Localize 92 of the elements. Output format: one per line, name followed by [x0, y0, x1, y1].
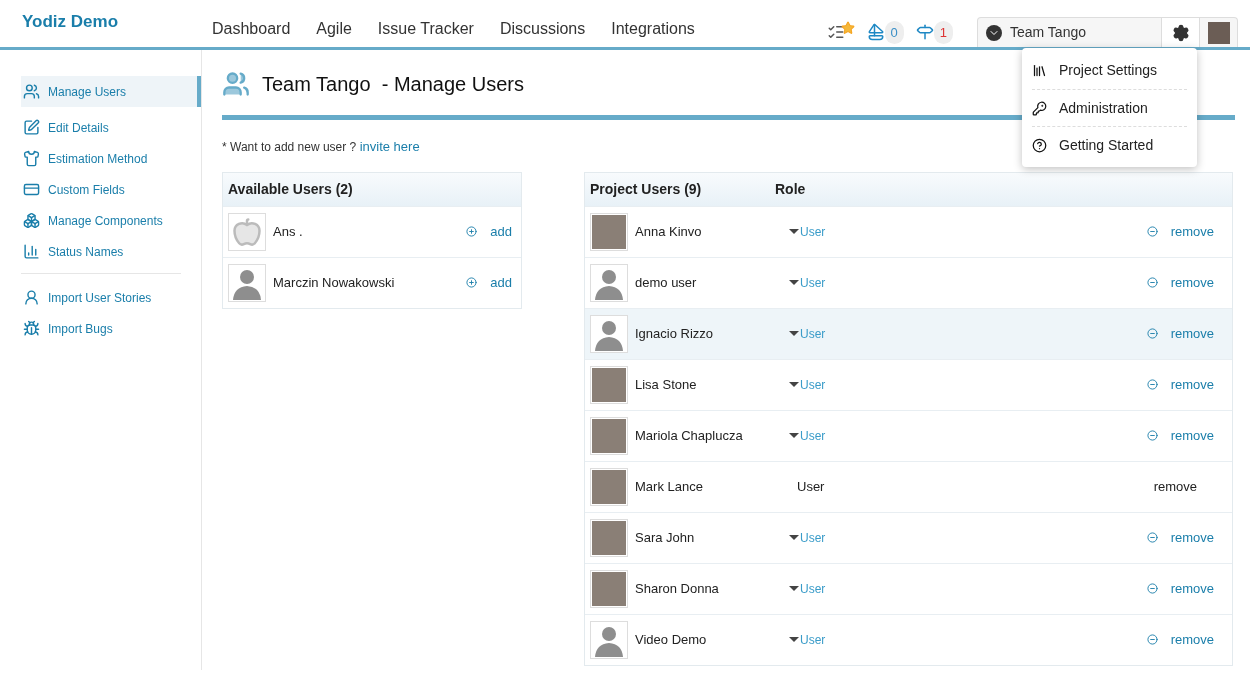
role-dropdown[interactable]: User	[789, 375, 877, 394]
user-name: Lisa Stone	[635, 375, 698, 394]
user-icon	[23, 289, 40, 306]
user-name: Video Demo	[635, 630, 708, 649]
minus-icon[interactable]	[1146, 583, 1158, 594]
photo-placeholder	[590, 569, 628, 608]
remove-link[interactable]: remove	[1170, 425, 1214, 446]
user-name: Ans .	[273, 222, 304, 241]
nav-link[interactable]: Dashboard	[212, 17, 291, 41]
count-badge: 1	[933, 20, 953, 44]
sidebar-item[interactable]: Custom Fields	[21, 174, 201, 205]
role-text: User	[797, 477, 826, 496]
add-link[interactable]: add	[490, 221, 512, 242]
remove-link[interactable]: remove	[1170, 578, 1214, 599]
user-name: Sara John	[635, 528, 696, 547]
remove-link[interactable]: remove	[1170, 323, 1214, 344]
edit-icon	[23, 119, 40, 136]
plus-icon[interactable]	[466, 277, 478, 288]
remove-link[interactable]: remove	[1170, 221, 1214, 242]
count-badge: 0	[884, 20, 904, 44]
photo-placeholder	[590, 416, 628, 455]
user-name: Anna Kinvo	[635, 222, 703, 241]
photo-placeholder	[590, 467, 628, 506]
user-name: Sharon Donna	[635, 579, 720, 598]
minus-icon[interactable]	[1146, 226, 1158, 237]
bar-chart-icon	[23, 243, 40, 260]
minus-icon[interactable]	[1146, 532, 1158, 543]
books-icon	[1032, 63, 1047, 78]
photo-placeholder	[590, 212, 628, 251]
role-dropdown[interactable]: User	[789, 630, 877, 649]
brand-logo[interactable]: Yodiz Demo	[0, 8, 212, 47]
minus-icon[interactable]	[1146, 379, 1158, 390]
table-heading: Available Users (2)	[223, 172, 521, 206]
user-name: Mark Lance	[635, 477, 704, 496]
users-icon	[23, 83, 40, 100]
help-icon	[1032, 137, 1047, 153]
avatar-silhouette	[228, 263, 266, 302]
role-dropdown[interactable]: User	[789, 579, 877, 598]
remove-text: remove	[1153, 477, 1197, 496]
menu-item[interactable]: Getting Started	[1032, 126, 1187, 163]
remove-link[interactable]: remove	[1170, 527, 1214, 548]
role-dropdown[interactable]: User	[789, 426, 877, 445]
remove-link[interactable]: remove	[1170, 629, 1214, 650]
sidebar-item[interactable]: Import Bugs	[21, 313, 181, 344]
user-name: Mariola Chaplucza	[635, 426, 744, 445]
nav-link[interactable]: Issue Tracker	[377, 17, 474, 41]
user-name: Marczin Nowakowski	[273, 273, 396, 292]
avatar-silhouette	[590, 620, 628, 659]
plus-icon[interactable]	[466, 226, 478, 237]
remove-link[interactable]: remove	[1170, 272, 1214, 293]
invite-text: * Want to add new user ? invite here	[222, 138, 420, 156]
boxes-icon	[23, 212, 40, 229]
shirt-icon	[23, 150, 40, 167]
nav-link[interactable]: Integrations	[611, 17, 695, 41]
sidebar-item[interactable]: Manage Users	[21, 76, 201, 107]
menu-item[interactable]: Project Settings	[1032, 52, 1187, 89]
sailboat-icon[interactable]	[866, 23, 885, 42]
user-name: demo user	[635, 273, 698, 292]
sidebar-item[interactable]: Estimation Method	[21, 143, 201, 174]
card-icon	[23, 181, 40, 198]
sidebar-item[interactable]: Manage Components	[21, 205, 201, 236]
avatar-silhouette	[590, 263, 628, 302]
column-heading: Role	[775, 179, 806, 199]
users-icon	[222, 69, 250, 98]
sidebar-item[interactable]: Import User Stories	[21, 282, 181, 313]
user-row[interactable]: Ignacio Rizzo User remove	[585, 307, 1232, 359]
role-dropdown[interactable]: User	[789, 528, 877, 547]
minus-icon[interactable]	[1146, 328, 1158, 339]
page-title: Team Tango - Manage Users	[262, 71, 524, 97]
photo-placeholder	[590, 365, 628, 404]
apple-avatar-icon	[228, 212, 266, 251]
remove-link[interactable]: remove	[1170, 374, 1214, 395]
minus-icon[interactable]	[1146, 277, 1158, 288]
sidebar-item[interactable]: Edit Details	[21, 112, 201, 143]
menu-item[interactable]: Administration	[1032, 89, 1187, 126]
nav-link[interactable]: Discussions	[499, 17, 586, 41]
signpost-icon[interactable]	[915, 23, 934, 42]
key-icon	[1032, 100, 1047, 116]
role-dropdown[interactable]: User	[789, 324, 877, 343]
photo-placeholder	[590, 518, 628, 557]
invite-link[interactable]: invite here	[359, 139, 420, 154]
role-dropdown[interactable]: User	[789, 273, 877, 292]
role-dropdown[interactable]: User	[789, 222, 877, 241]
bug-icon	[23, 320, 40, 337]
minus-icon[interactable]	[1146, 634, 1158, 645]
avatar-silhouette	[590, 314, 628, 353]
user-name: Ignacio Rizzo	[635, 324, 715, 343]
column-heading: Project Users (9)	[590, 179, 703, 199]
add-link[interactable]: add	[490, 272, 512, 293]
sidebar-item[interactable]: Status Names	[21, 236, 201, 267]
minus-icon[interactable]	[1146, 430, 1158, 441]
nav-link[interactable]: Agile	[316, 17, 352, 41]
